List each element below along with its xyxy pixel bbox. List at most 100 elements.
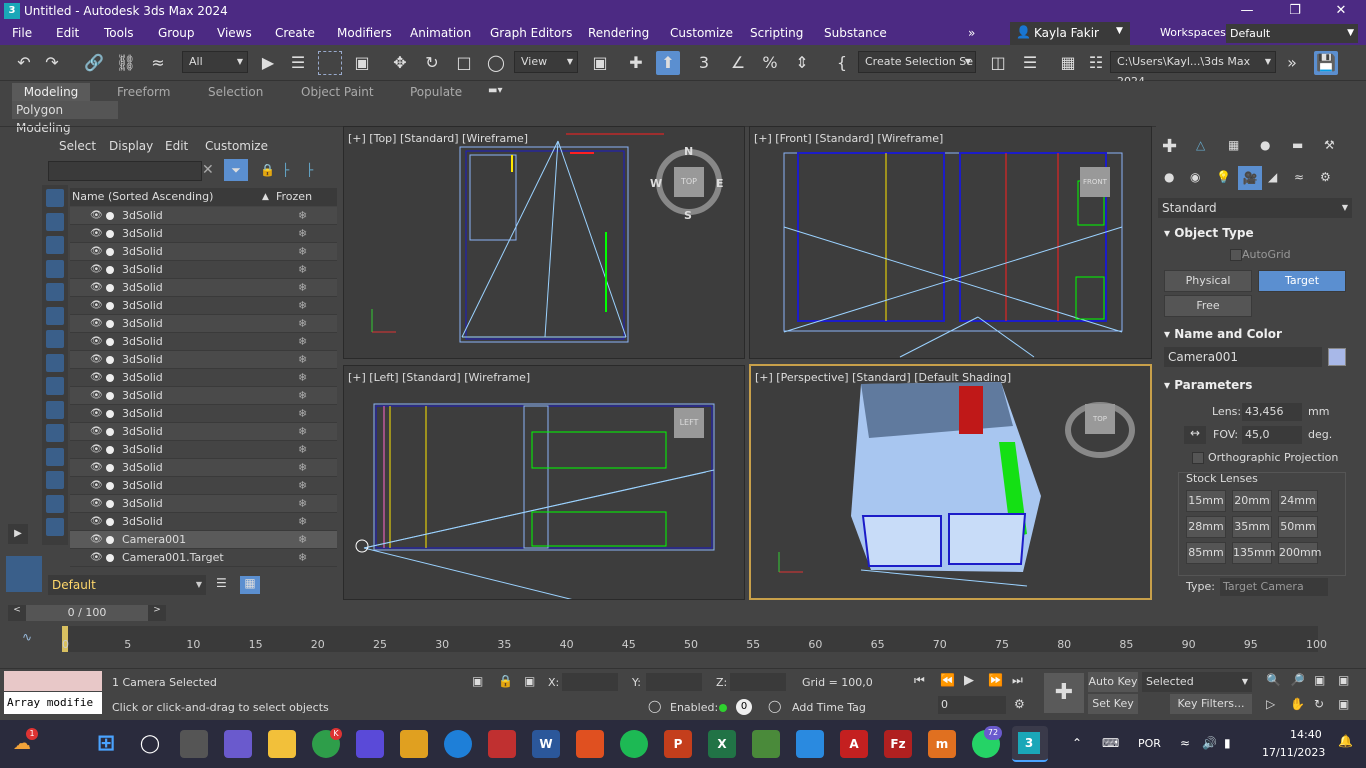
render-toggle-icon[interactable] bbox=[106, 302, 114, 310]
hierarchy-icon[interactable]: ├ bbox=[282, 163, 289, 177]
list-item[interactable]: 👁 3dSolid ❄ bbox=[70, 279, 337, 297]
clear-search-icon[interactable]: ✕ bbox=[202, 162, 214, 178]
next-frame-icon[interactable]: > bbox=[148, 605, 166, 621]
task-view-icon[interactable] bbox=[180, 730, 208, 758]
modify-tab-icon[interactable]: △ bbox=[1196, 138, 1205, 152]
spinner-snap-icon[interactable]: ⇕ bbox=[790, 51, 814, 75]
visibility-icon[interactable]: 👁 bbox=[90, 405, 103, 423]
freeze-icon[interactable]: ❄ bbox=[298, 297, 307, 315]
render-toggle-icon[interactable] bbox=[106, 392, 114, 400]
menu-group[interactable]: Group bbox=[158, 26, 195, 40]
visibility-icon[interactable]: 👁 bbox=[90, 459, 103, 477]
ribbon-options-icon[interactable]: ▬▾ bbox=[488, 85, 502, 96]
align-icon[interactable]: ☰ bbox=[1018, 51, 1042, 75]
render-toggle-icon[interactable] bbox=[106, 248, 114, 256]
render-toggle-icon[interactable] bbox=[106, 500, 114, 508]
freeze-icon[interactable]: ❄ bbox=[298, 459, 307, 477]
lens-28mm-button[interactable]: 28mm bbox=[1186, 516, 1226, 538]
visibility-icon[interactable]: 👁 bbox=[90, 279, 103, 297]
render-toggle-icon[interactable] bbox=[106, 410, 114, 418]
list-item[interactable]: 👁 3dSolid ❄ bbox=[70, 459, 337, 477]
shapes-icon[interactable]: ◉ bbox=[1190, 170, 1200, 184]
percent-snap-icon[interactable]: % bbox=[758, 51, 782, 75]
link-icon[interactable]: 🔗 bbox=[82, 51, 106, 75]
ribbon-tab-object-paint[interactable]: Object Paint bbox=[301, 83, 374, 101]
zoom-extents-icon[interactable]: ▣ bbox=[1314, 673, 1325, 687]
menu-animation[interactable]: Animation bbox=[410, 26, 471, 40]
viewport-front[interactable]: [+] [Front] [Standard] [Wireframe] FRONT bbox=[749, 126, 1152, 359]
freeze-icon[interactable]: ❄ bbox=[298, 423, 307, 441]
current-frame-input[interactable]: 0 bbox=[938, 696, 1006, 714]
render-toggle-icon[interactable] bbox=[106, 428, 114, 436]
fov-spinner[interactable]: 45,0 bbox=[1242, 426, 1302, 444]
x-coord-input[interactable] bbox=[562, 673, 618, 691]
camera-type-dropdown[interactable]: Target Camera bbox=[1220, 578, 1328, 596]
render-toggle-icon[interactable] bbox=[106, 212, 114, 220]
lens-24mm-button[interactable]: 24mm bbox=[1278, 490, 1318, 512]
visibility-icon[interactable]: 👁 bbox=[90, 261, 103, 279]
photos-icon[interactable] bbox=[796, 730, 824, 758]
layer-dropdown[interactable]: Default ▼ bbox=[48, 575, 206, 595]
close-button[interactable]: ✕ bbox=[1318, 0, 1364, 22]
object-type-header[interactable]: ▾ Object Type bbox=[1164, 226, 1254, 240]
menu-views[interactable]: Views bbox=[217, 26, 252, 40]
visibility-icon[interactable]: 👁 bbox=[90, 225, 103, 243]
zoom-icon[interactable]: 🔍 bbox=[1266, 673, 1281, 687]
bind-spacewarp-icon[interactable]: ≈ bbox=[146, 51, 170, 75]
rotate-icon[interactable]: ↻ bbox=[420, 51, 444, 75]
menu-modifiers[interactable]: Modifiers bbox=[337, 26, 392, 40]
autogrid-checkbox[interactable] bbox=[1230, 249, 1242, 261]
render-toggle-icon[interactable] bbox=[106, 356, 114, 364]
word-icon[interactable]: W bbox=[532, 730, 560, 758]
sketchup-icon[interactable] bbox=[400, 730, 428, 758]
visibility-icon[interactable]: 👁 bbox=[90, 351, 103, 369]
ribbon-tab-populate[interactable]: Populate bbox=[410, 83, 462, 101]
viewport-top-label[interactable]: [+] [Top] [Standard] [Wireframe] bbox=[348, 132, 528, 145]
redo-icon[interactable]: ↷ bbox=[40, 51, 64, 75]
col-name-header[interactable]: Name (Sorted Ascending) bbox=[72, 188, 213, 206]
freeze-icon[interactable]: ❄ bbox=[298, 387, 307, 405]
set-key-icon[interactable]: ✚ bbox=[1044, 673, 1084, 713]
rectangular-selection-icon[interactable] bbox=[318, 51, 342, 75]
render-toggle-icon[interactable] bbox=[106, 536, 114, 544]
lens-200mm-button[interactable]: 200mm bbox=[1278, 542, 1321, 564]
visibility-icon[interactable]: 👁 bbox=[90, 207, 103, 225]
display-cameras-icon[interactable] bbox=[46, 259, 64, 278]
explorer-search-input[interactable] bbox=[48, 161, 202, 181]
goto-start-icon[interactable]: ⏮ bbox=[914, 673, 925, 688]
visibility-icon[interactable]: 👁 bbox=[90, 297, 103, 315]
time-tag-icon[interactable]: ◯ bbox=[768, 699, 781, 713]
menu-create[interactable]: Create bbox=[275, 26, 315, 40]
toolbar-overflow-icon[interactable]: » bbox=[1280, 51, 1304, 75]
category-dropdown[interactable]: Standard ▼ bbox=[1158, 198, 1352, 218]
explorer-menu-display[interactable]: Display bbox=[109, 139, 153, 153]
freeze-icon[interactable]: ❄ bbox=[298, 549, 307, 567]
window-crossing-icon[interactable]: ▣ bbox=[350, 51, 374, 75]
viewcube-left[interactable]: LEFT bbox=[674, 408, 704, 438]
visibility-icon[interactable]: 👁 bbox=[90, 531, 103, 549]
project-path-dropdown[interactable]: C:\Users\Kayl...\3ds Max 2024▼ bbox=[1110, 51, 1276, 88]
edge-icon[interactable] bbox=[444, 730, 472, 758]
absolute-mode-icon[interactable]: ▣ bbox=[524, 674, 535, 688]
list-item[interactable]: 👁 3dSolid ❄ bbox=[70, 297, 337, 315]
viewport-layout-icon[interactable] bbox=[6, 556, 42, 592]
battery-icon[interactable]: ▮ bbox=[1224, 736, 1231, 750]
user-account[interactable]: 👤 Kayla Fakir ▼ bbox=[1010, 22, 1130, 45]
ribbon-tab-selection[interactable]: Selection bbox=[208, 83, 263, 101]
menu-file[interactable]: File bbox=[12, 26, 32, 40]
list-item[interactable]: 👁 3dSolid ❄ bbox=[70, 477, 337, 495]
maxscript-listener[interactable] bbox=[4, 671, 102, 691]
layer-explorer-icon[interactable]: ☷ bbox=[1084, 51, 1108, 75]
freeze-icon[interactable]: ❄ bbox=[298, 513, 307, 531]
viewport-perspective-label[interactable]: [+] [Perspective] [Standard] [Default Sh… bbox=[755, 371, 1011, 384]
visibility-icon[interactable]: 👁 bbox=[90, 333, 103, 351]
list-item[interactable]: 👁 3dSolid ❄ bbox=[70, 351, 337, 369]
lens-50mm-button[interactable]: 50mm bbox=[1278, 516, 1318, 538]
free-camera-button[interactable]: Free bbox=[1164, 295, 1252, 317]
windows-start-icon[interactable]: ⊞ bbox=[92, 730, 120, 758]
explorer-menu-edit[interactable]: Edit bbox=[165, 139, 188, 153]
display-hidden-icon[interactable] bbox=[46, 447, 64, 466]
list-item[interactable]: 👁 3dSolid ❄ bbox=[70, 333, 337, 351]
copilot-icon[interactable] bbox=[356, 730, 384, 758]
zoom-all-icon[interactable]: 🔎 bbox=[1290, 673, 1305, 687]
